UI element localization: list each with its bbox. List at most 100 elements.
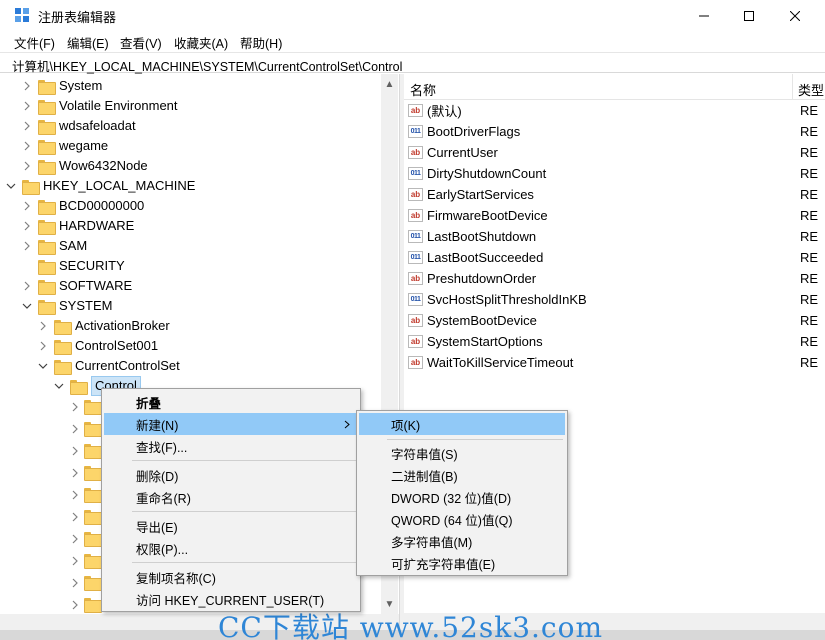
- chevron-right-icon[interactable]: [22, 241, 32, 251]
- menu-view[interactable]: 查看(V): [120, 33, 162, 52]
- context-menu: 折叠 新建(N) 查找(F)... 删除(D) 重命名(R) 导出(E) 权限(…: [101, 388, 361, 612]
- menu-rename[interactable]: 重命名(R): [104, 486, 358, 508]
- tree-item-system-hkcu[interactable]: System: [22, 76, 102, 96]
- folder-icon: [84, 532, 102, 547]
- chevron-right-icon[interactable]: [70, 402, 80, 412]
- table-row[interactable]: ab WaitToKillServiceTimeout RE: [408, 352, 825, 373]
- table-row[interactable]: 011 LastBootShutdown RE: [408, 226, 825, 247]
- value-name: LastBootShutdown: [427, 229, 537, 244]
- tree-item-currentcontrolset[interactable]: CurrentControlSet: [38, 356, 180, 376]
- string-value-icon: ab: [408, 188, 423, 201]
- chevron-right-icon[interactable]: [38, 341, 48, 351]
- value-type: RE: [800, 208, 819, 223]
- chevron-right-icon[interactable]: [22, 101, 32, 111]
- chevron-right-icon[interactable]: [70, 600, 80, 610]
- menu-file[interactable]: 文件(F): [14, 33, 55, 52]
- scroll-up-icon[interactable]: ▲: [381, 76, 398, 93]
- submenu-qword-value[interactable]: QWORD (64 位)值(Q): [359, 508, 565, 530]
- chevron-right-icon[interactable]: [70, 556, 80, 566]
- tree-item-hklm[interactable]: HKEY_LOCAL_MACHINE: [6, 176, 195, 196]
- column-type[interactable]: 类型: [798, 80, 824, 99]
- menu-favorites[interactable]: 收藏夹(A): [174, 33, 228, 52]
- folder-icon: [38, 240, 56, 255]
- chevron-right-icon[interactable]: [70, 534, 80, 544]
- tree-item-wow6432node[interactable]: Wow6432Node: [22, 156, 148, 176]
- chevron-right-icon[interactable]: [22, 161, 32, 171]
- submenu-expandable-string-value[interactable]: 可扩充字符串值(E): [359, 552, 565, 574]
- folder-icon: [38, 220, 56, 235]
- menu-permissions[interactable]: 权限(P)...: [104, 537, 358, 559]
- submenu-binary-value[interactable]: 二进制值(B): [359, 464, 565, 486]
- menu-copy-key-name[interactable]: 复制项名称(C): [104, 566, 358, 588]
- menu-help[interactable]: 帮助(H): [240, 33, 282, 52]
- table-row[interactable]: ab (默认) RE: [408, 100, 825, 121]
- folder-icon: [22, 180, 40, 195]
- binary-value-icon: 011: [408, 251, 423, 264]
- tree-item-volatile-environment[interactable]: Volatile Environment: [22, 96, 178, 116]
- chevron-right-icon[interactable]: [70, 578, 80, 588]
- table-row[interactable]: ab SystemStartOptions RE: [408, 331, 825, 352]
- chevron-right-icon[interactable]: [70, 446, 80, 456]
- tree-item-wdsafeloadat[interactable]: wdsafeloadat: [22, 116, 136, 136]
- chevron-right-icon[interactable]: [22, 141, 32, 151]
- chevron-right-icon[interactable]: [70, 468, 80, 478]
- tree-item-wegame[interactable]: wegame: [22, 136, 108, 156]
- maximize-button[interactable]: [726, 0, 772, 31]
- submenu-string-value[interactable]: 字符串值(S): [359, 442, 565, 464]
- tree-item-software[interactable]: SOFTWARE: [22, 276, 132, 296]
- menu-separator: [132, 562, 356, 563]
- chevron-down-icon[interactable]: [38, 361, 48, 371]
- chevron-down-icon[interactable]: [6, 181, 16, 191]
- menu-visit-hkcu[interactable]: 访问 HKEY_CURRENT_USER(T): [104, 588, 358, 610]
- chevron-right-icon[interactable]: [22, 281, 32, 291]
- menu-edit[interactable]: 编辑(E): [67, 33, 109, 52]
- table-row[interactable]: ab CurrentUser RE: [408, 142, 825, 163]
- binary-value-icon: 011: [408, 230, 423, 243]
- tree-item-hardware[interactable]: HARDWARE: [22, 216, 134, 236]
- chevron-right-icon[interactable]: [22, 201, 32, 211]
- table-row[interactable]: ab FirmwareBootDevice RE: [408, 205, 825, 226]
- table-row[interactable]: 011 SvcHostSplitThresholdInKB RE: [408, 289, 825, 310]
- address-bar[interactable]: 计算机\HKEY_LOCAL_MACHINE\SYSTEM\CurrentCon…: [0, 52, 825, 75]
- table-row[interactable]: ab PreshutdownOrder RE: [408, 268, 825, 289]
- chevron-right-icon[interactable]: [22, 121, 32, 131]
- menu-collapse[interactable]: 折叠: [104, 391, 358, 413]
- chevron-right-icon[interactable]: [22, 81, 32, 91]
- value-type: RE: [800, 187, 819, 202]
- tree-item-security[interactable]: SECURITY: [22, 256, 125, 276]
- submenu-key[interactable]: 项(K): [359, 413, 565, 435]
- table-row[interactable]: 011 BootDriverFlags RE: [408, 121, 825, 142]
- chevron-right-icon[interactable]: [22, 221, 32, 231]
- menu-new[interactable]: 新建(N): [104, 413, 358, 435]
- chevron-down-icon[interactable]: [22, 301, 32, 311]
- address-path[interactable]: 计算机\HKEY_LOCAL_MACHINE\SYSTEM\CurrentCon…: [12, 56, 402, 75]
- tree-item-activationbroker[interactable]: ActivationBroker: [38, 316, 170, 336]
- close-button[interactable]: [772, 0, 818, 31]
- folder-icon: [38, 260, 56, 275]
- minimize-button[interactable]: [681, 0, 727, 31]
- chevron-right-icon: [344, 420, 350, 429]
- chevron-down-icon[interactable]: [54, 381, 64, 391]
- folder-icon: [84, 400, 102, 415]
- tree-item-bcd[interactable]: BCD00000000: [22, 196, 144, 216]
- table-row[interactable]: ab SystemBootDevice RE: [408, 310, 825, 331]
- menu-export[interactable]: 导出(E): [104, 515, 358, 537]
- table-row[interactable]: 011 LastBootSucceeded RE: [408, 247, 825, 268]
- submenu-multi-string-value[interactable]: 多字符串值(M): [359, 530, 565, 552]
- tree-item-controlset001[interactable]: ControlSet001: [38, 336, 158, 356]
- value-name: LastBootSucceeded: [427, 250, 544, 265]
- tree-item-sam[interactable]: SAM: [22, 236, 87, 256]
- menu-find[interactable]: 查找(F)...: [104, 435, 358, 457]
- chevron-right-icon[interactable]: [70, 512, 80, 522]
- chevron-right-icon[interactable]: [70, 490, 80, 500]
- tree-item-system-hklm[interactable]: SYSTEM: [22, 296, 112, 316]
- submenu-dword-value[interactable]: DWORD (32 位)值(D): [359, 486, 565, 508]
- menu-separator: [132, 511, 356, 512]
- chevron-right-icon[interactable]: [38, 321, 48, 331]
- table-row[interactable]: 011 DirtyShutdownCount RE: [408, 163, 825, 184]
- chevron-right-icon[interactable]: [70, 424, 80, 434]
- value-type: RE: [800, 145, 819, 160]
- table-row[interactable]: ab EarlyStartServices RE: [408, 184, 825, 205]
- menu-delete[interactable]: 删除(D): [104, 464, 358, 486]
- column-name[interactable]: 名称: [410, 80, 436, 99]
